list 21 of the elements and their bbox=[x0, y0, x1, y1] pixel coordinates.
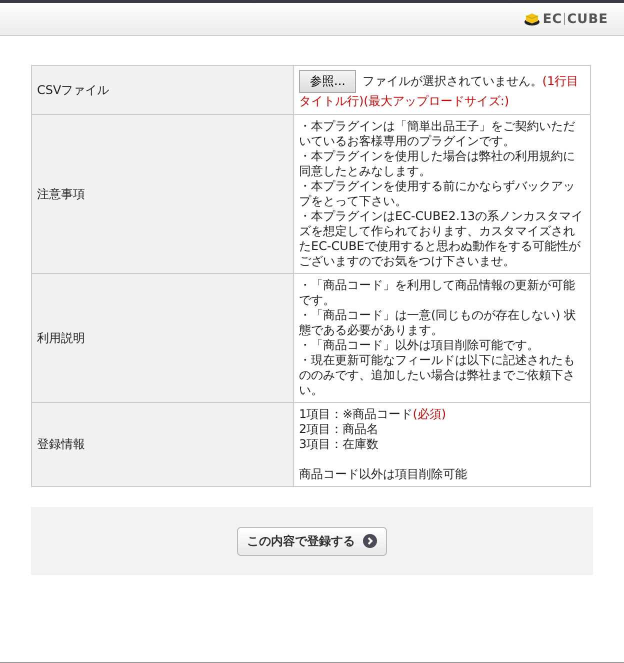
field-item: 1項目：※商品コード(必須) bbox=[299, 407, 448, 422]
field-item: 2項目：商品名 bbox=[299, 422, 380, 437]
note-text: ・本プラグインはEC-CUBE2.13の系ノンカスタマイズを想定して作られております、カスタマイズされたEC-CUBEで使用すると思わぬ動作をする可能性がございますのでお気をつけ下さいませ。 bbox=[299, 209, 584, 269]
note-text: ・「商品コード」を利用して商品情報の更新が可能です。 bbox=[299, 278, 576, 308]
note-text: ・本プラグインは「簡単出品王子」をご契約いただいているお客様専用のプラグインです。 bbox=[299, 119, 576, 149]
logo-text: EC CUBE bbox=[542, 12, 608, 26]
row-label: CSVファイル bbox=[37, 82, 110, 96]
browse-button[interactable]: 参照... bbox=[299, 70, 356, 93]
submit-button[interactable]: この内容で登録する bbox=[237, 526, 387, 556]
note-text: ・「商品コード」以外は項目削除可能です。 bbox=[299, 338, 540, 353]
row-label: 注意事項 bbox=[37, 186, 85, 200]
note-text: ・現在更新可能なフィールドは以下に記述されたもののみです、追加したい場合は弊社までご依頼下さい。 bbox=[299, 353, 576, 398]
field-item: 3項目：在庫数 bbox=[299, 437, 380, 452]
note-text: ・「商品コード」は一意(同じものが存在しない) 状態である必要があります。 bbox=[299, 308, 578, 338]
row-label: 利用説明 bbox=[37, 330, 85, 344]
note-text: 商品コード以外は項目削除可能 bbox=[299, 467, 468, 482]
note-text: ・本プラグインを使用した場合は弊社の利用規約に同意したとみなします。 bbox=[299, 149, 576, 179]
file-info: 参照... ファイルが選択されていません。(1行目タイトル行)(最大アップロードサイズ:) bbox=[299, 70, 585, 110]
cube-icon bbox=[524, 12, 540, 26]
note-text: ・本プラグインを使用する前にかならずバックアップをとって下さい。 bbox=[299, 179, 576, 209]
row-label: 登録情報 bbox=[37, 437, 85, 451]
